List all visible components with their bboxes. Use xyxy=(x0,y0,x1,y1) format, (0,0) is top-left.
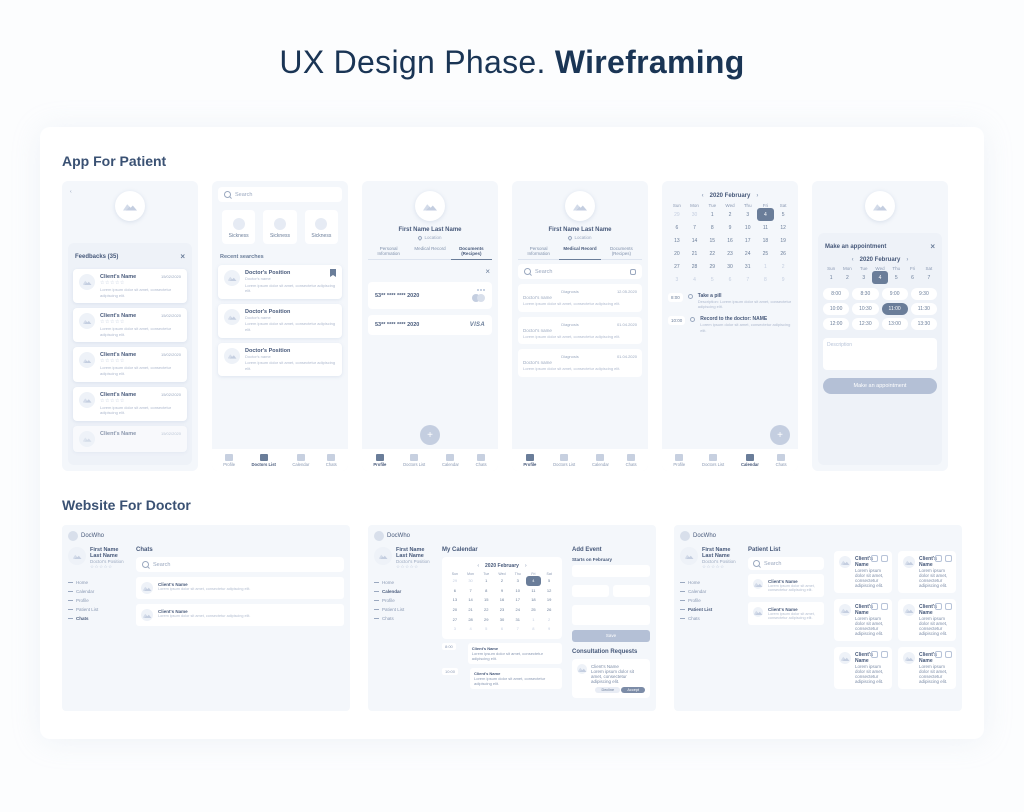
nav-doctors[interactable]: Doctors List xyxy=(252,454,276,467)
event-dot-icon xyxy=(688,294,693,299)
category-chip[interactable]: Sickness xyxy=(305,210,338,244)
sheet-title: Feedbacks (35) xyxy=(75,254,118,260)
menu-patients[interactable]: Patient List xyxy=(68,605,126,614)
date-input[interactable] xyxy=(572,565,650,577)
menu-profile[interactable]: Profile xyxy=(68,596,126,605)
phone-documents: First Name Last Name Location Personal I… xyxy=(362,181,498,471)
nav-calendar[interactable]: Calendar xyxy=(292,454,309,467)
close-icon[interactable]: × xyxy=(485,267,490,276)
close-icon[interactable]: × xyxy=(180,252,185,261)
appointment-sheet: Make an appointment× ‹2020 February› Sun… xyxy=(818,233,942,465)
page-title: UX Design Phase. Wireframing xyxy=(0,0,1024,109)
more-icon[interactable] xyxy=(477,289,485,291)
profile-tabs: Personal InformationMedical RecordDocume… xyxy=(368,246,492,260)
tab-personal[interactable]: Personal Information xyxy=(368,246,409,260)
phone-calendar: ‹2020 February› SunMonTueWedThuFriSat 29… xyxy=(662,181,798,471)
time-slot[interactable]: 12:30 xyxy=(852,318,878,330)
menu-calendar[interactable]: Calendar xyxy=(68,587,126,596)
time-slot[interactable]: 9:30 xyxy=(911,288,937,300)
phone-appointment: Make an appointment× ‹2020 February› Sun… xyxy=(812,181,948,471)
chat-item[interactable]: Client's NameLorem ipsum dolor sit amet,… xyxy=(136,577,344,599)
avatar xyxy=(115,191,145,221)
time-slot[interactable]: 12:00 xyxy=(823,318,849,330)
add-fab[interactable]: + xyxy=(770,425,790,445)
decline-button[interactable]: Decline xyxy=(595,687,620,693)
feedback-sheet: Feedbacks (35)× Client's Name15/02/2020☆… xyxy=(68,243,192,465)
pin-icon xyxy=(418,235,424,241)
make-appointment-button[interactable]: Make an appointment xyxy=(823,378,937,394)
chat-item[interactable]: Client's NameLorem ipsum dolor sit amet,… xyxy=(136,604,344,626)
time-start-input[interactable] xyxy=(572,585,609,597)
save-button[interactable]: Save xyxy=(572,630,650,642)
call-icon xyxy=(871,555,878,562)
diagnosis-item[interactable]: Diagnosis12.05.2020Doctor's nameLorem ip… xyxy=(518,284,642,312)
calendar-grid[interactable]: 2930123456789101112131415161718192021222… xyxy=(668,208,792,286)
phone-medical-record: First Name Last Name Location Personal I… xyxy=(512,181,648,471)
description-input[interactable]: Description xyxy=(823,338,937,370)
menu-home[interactable]: Home xyxy=(68,578,126,587)
bottom-nav: Profile Doctors List Calendar Chats xyxy=(212,449,348,471)
time-end-input[interactable] xyxy=(613,585,650,597)
menu-chats[interactable]: Chats xyxy=(68,614,126,623)
time-slot[interactable]: 11:30 xyxy=(911,303,937,315)
time-slot[interactable]: 8:00 xyxy=(823,288,849,300)
event-desc-input[interactable] xyxy=(572,605,650,625)
patient-app-row: ‹ Feedbacks (35)× Client's Name15/02/202… xyxy=(62,181,962,471)
section-patient-label: App For Patient xyxy=(62,153,962,169)
search-input[interactable]: Search xyxy=(136,557,344,572)
filter-icon[interactable] xyxy=(630,269,636,275)
appointment-card[interactable]: Client's NameLorem ipsum dolor sit amet,… xyxy=(834,551,892,593)
request-card: Client's NameLorem ipsum dolor sit amet,… xyxy=(572,659,650,698)
recent-label: Recent searches xyxy=(220,254,340,260)
back-icon[interactable]: ‹ xyxy=(70,189,72,195)
diagnosis-item[interactable]: Diagnosis01.04.2020Doctor's nameLorem ip… xyxy=(518,349,642,377)
avatar-icon xyxy=(79,274,95,290)
time-slot[interactable]: 13:30 xyxy=(911,318,937,330)
time-slot[interactable]: 13:00 xyxy=(882,318,908,330)
nav-chats[interactable]: Chats xyxy=(326,454,337,467)
phone-search: Search Sickness Sickness Sickness Recent… xyxy=(212,181,348,471)
doctor-web-row: DocWho First Name Last NameDoctor's Posi… xyxy=(62,525,962,711)
logo: DocWho xyxy=(68,531,344,541)
phone-feedbacks: ‹ Feedbacks (35)× Client's Name15/02/202… xyxy=(62,181,198,471)
web-patient-list: DocWho First Name Last NameDoctor's Posi… xyxy=(674,525,962,711)
nav-profile[interactable]: Profile xyxy=(223,454,235,467)
tab-documents[interactable]: Documents (Recipes) xyxy=(451,246,492,260)
search-icon xyxy=(224,191,231,198)
tab-medical[interactable]: Medical Record xyxy=(409,246,450,260)
category-chip[interactable]: Sickness xyxy=(263,210,296,244)
add-fab[interactable]: + xyxy=(420,425,440,445)
chat-icon xyxy=(881,555,888,562)
time-slot[interactable]: 10:00 xyxy=(823,303,849,315)
time-slot[interactable]: 10:30 xyxy=(852,303,878,315)
diagnosis-item[interactable]: Diagnosis01.04.2020Doctor's nameLorem ip… xyxy=(518,317,642,345)
time-slot[interactable]: 11:00 xyxy=(882,303,908,315)
payment-card[interactable]: 53** **** **** 2020 xyxy=(368,282,492,309)
close-icon[interactable]: × xyxy=(930,242,935,251)
mastercard-icon xyxy=(472,294,485,302)
web-calendar: DocWho First Name Last NameDoctor's Posi… xyxy=(368,525,656,711)
payment-card[interactable]: 53** **** **** 2020VISA xyxy=(368,315,492,335)
category-chip[interactable]: Sickness xyxy=(222,210,255,244)
web-chats: DocWho First Name Last NameDoctor's Posi… xyxy=(62,525,350,711)
accept-button[interactable]: Accept xyxy=(621,687,645,693)
time-slot[interactable]: 9:00 xyxy=(882,288,908,300)
wireframe-panel: App For Patient ‹ Feedbacks (35) × Client… xyxy=(40,127,984,739)
sidebar: First Name Last NameDoctor's Position☆☆☆… xyxy=(68,547,126,631)
month-label: 2020 February xyxy=(710,193,751,199)
next-month-icon[interactable]: › xyxy=(756,193,758,199)
visa-icon: VISA xyxy=(470,322,485,328)
prev-month-icon[interactable]: ‹ xyxy=(702,193,704,199)
search-input[interactable]: Search xyxy=(218,187,342,202)
search-input[interactable]: Search xyxy=(518,264,642,279)
section-doctor-label: Website For Doctor xyxy=(62,497,962,513)
time-slots: 8:008:30 9:009:30 10:0010:30 11:0011:30 12:0… xyxy=(823,288,937,330)
time-slot[interactable]: 8:30 xyxy=(852,288,878,300)
